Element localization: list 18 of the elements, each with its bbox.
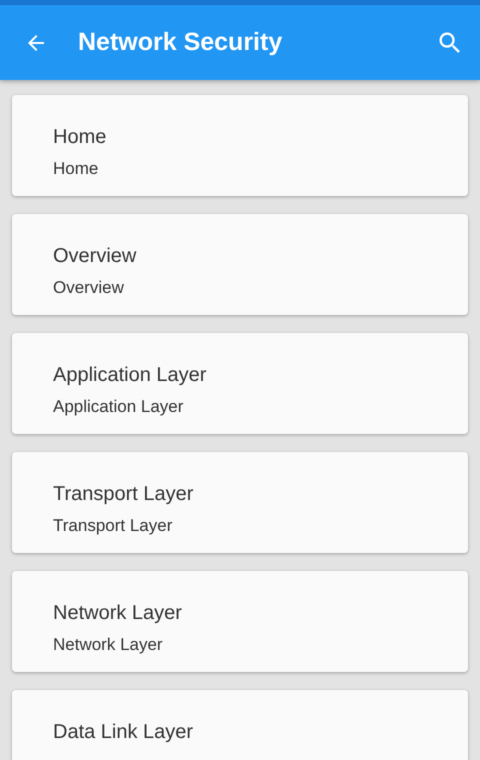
list-card[interactable]: Transport Layer Transport Layer: [12, 452, 468, 553]
card-title: Network Layer: [53, 601, 183, 625]
list-card[interactable]: Application Layer Application Layer: [12, 333, 468, 434]
card-subtitle: Home: [53, 159, 100, 179]
list-card[interactable]: Data Link Layer: [12, 690, 468, 760]
card-title: Data Link Layer: [53, 720, 194, 744]
card-subtitle: Network Layer: [53, 635, 164, 655]
list-card[interactable]: Home Home: [12, 95, 468, 196]
list-card[interactable]: Overview Overview: [12, 214, 468, 315]
card-subtitle: Overview: [53, 278, 125, 298]
page-title: Network Security: [78, 28, 284, 57]
list-card[interactable]: Network Layer Network Layer: [12, 571, 468, 672]
card-title: Application Layer: [53, 363, 208, 387]
card-title: Home: [53, 125, 108, 149]
card-title: Overview: [53, 244, 138, 268]
card-subtitle: Application Layer: [53, 397, 184, 417]
card-subtitle: Transport Layer: [53, 516, 174, 536]
card-title: Transport Layer: [53, 482, 194, 506]
